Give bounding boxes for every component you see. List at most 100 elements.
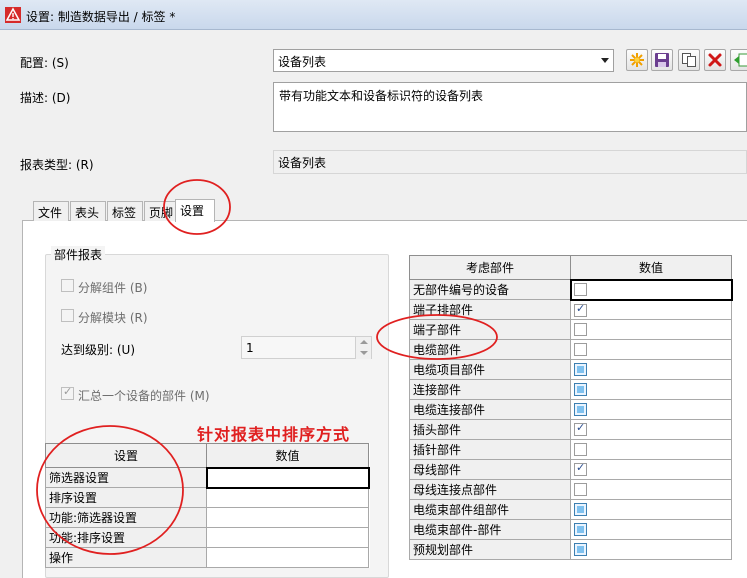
parts-row-name: 端子部件 [409,319,571,340]
table-row[interactable]: 连接部件 [409,379,732,400]
table-row[interactable]: 操作 [45,547,369,568]
annotation-text: 针对报表中排序方式 [197,425,351,444]
part-checkbox[interactable] [573,282,587,296]
level-value: 1 [246,341,254,355]
parts-row-value[interactable]: ✓ [570,459,732,480]
settings-row-value[interactable] [206,507,369,528]
config-combobox[interactable]: 设备列表 [273,49,614,72]
settings-row-value[interactable] [206,527,369,548]
table-row[interactable]: 功能:排序设置 [45,527,369,548]
save-button[interactable] [651,49,673,71]
split-module-label: 分解模块 (R) [78,311,148,325]
new-button[interactable] [626,49,648,71]
copy-button[interactable] [678,49,700,71]
description-value: 带有功能文本和设备标识符的设备列表 [279,89,484,103]
parts-row-value[interactable] [570,379,732,400]
part-checkbox[interactable] [574,343,587,356]
level-spinner[interactable]: 1 [241,336,372,359]
table-row[interactable]: 预规划部件 [409,539,732,560]
checkmark-icon: ✓ [576,461,586,474]
tab-file[interactable]: 文件 [33,201,69,221]
part-checkbox[interactable] [574,383,587,396]
parts-row-value[interactable] [570,439,732,460]
parts-row-name: 电缆部件 [409,339,571,360]
spin-down-icon[interactable] [355,348,371,359]
parts-row-value[interactable] [570,539,732,560]
description-field[interactable]: 带有功能文本和设备标识符的设备列表 [273,82,747,132]
part-checkbox[interactable] [574,403,587,416]
summarize-parts-checkbox[interactable]: ✓ [61,385,74,400]
parts-row-name: 连接部件 [409,379,571,400]
settings-row-name: 功能:排序设置 [45,527,207,548]
parts-row-name: 母线部件 [409,459,571,480]
part-checkbox[interactable]: ✓ [574,461,587,476]
table-row[interactable]: 功能:筛选器设置 [45,507,369,528]
import-icon [734,53,747,67]
parts-row-value[interactable] [570,499,732,520]
report-type-label: 报表类型: (R) [20,158,94,172]
table-row[interactable]: 电缆束部件组部件 [409,499,732,520]
parts-row-name: 预规划部件 [409,539,571,560]
part-checkbox[interactable] [574,523,587,536]
settings-table: 设置 数值 筛选器设置 排序设置 功能:筛选器设置 功能:排序设置 操作 [45,443,370,568]
parts-row-value[interactable] [570,399,732,420]
split-assembly-checkbox[interactable] [61,279,74,292]
table-row[interactable]: 电缆部件 [409,339,732,360]
import-button[interactable] [730,49,747,71]
parts-row-value[interactable]: ✓ [570,299,732,320]
part-checkbox[interactable] [574,443,587,456]
parts-row-value[interactable] [570,479,732,500]
checkmark-icon: ✓ [576,301,586,315]
part-checkbox[interactable] [574,543,587,556]
table-row[interactable]: 插针部件 [409,439,732,460]
title-bar: 设置: 制造数据导出 / 标签 * [0,0,747,30]
settings-row-value[interactable] [205,466,370,489]
new-star-icon [630,53,644,67]
part-checkbox[interactable]: ✓ [574,421,587,436]
tab-label[interactable]: 标签 [107,201,143,221]
settings-row-name: 操作 [45,547,207,568]
parts-row-value[interactable] [570,339,732,360]
copy-icon [682,53,696,67]
table-row[interactable]: 插头部件 ✓ [409,419,732,440]
table-row[interactable]: 端子排部件 ✓ [409,299,732,320]
delete-button[interactable] [704,49,726,71]
report-type-value: 设备列表 [278,156,327,170]
part-checkbox[interactable] [574,503,587,516]
part-checkbox[interactable]: ✓ [574,301,587,317]
parts-row-value[interactable] [569,278,733,301]
table-row[interactable]: 电缆连接部件 [409,399,732,420]
tab-settings[interactable]: 设置 [175,199,215,222]
settings-row-value[interactable] [206,487,369,508]
tab-header[interactable]: 表头 [70,201,106,221]
delete-icon [708,53,722,67]
part-checkbox[interactable] [574,323,587,336]
tab-footer[interactable]: 页脚 [144,201,178,221]
save-icon [655,53,669,67]
parts-row-value[interactable]: ✓ [570,419,732,440]
part-checkbox[interactable] [574,483,587,496]
checkmark-icon: ✓ [576,421,586,434]
report-type-field: 设备列表 [273,150,747,174]
parts-row-value[interactable] [570,359,732,380]
parts-row-value[interactable] [570,319,732,340]
settings-row-value[interactable] [206,547,369,568]
checkmark-icon: ✓ [63,385,73,398]
parts-table: 考虑部件 数值 无部件编号的设备 端子排部件 ✓ 端子部件 电缆部件 电缆项目部件 连接部件… [409,255,733,560]
parts-row-value[interactable] [570,519,732,540]
table-row[interactable]: 母线部件 ✓ [409,459,732,480]
spin-up-icon[interactable] [355,337,371,348]
table-row[interactable]: 排序设置 [45,487,369,508]
split-module-checkbox[interactable] [61,309,74,322]
settings-header-value: 数值 [206,443,369,468]
table-row[interactable]: 母线连接点部件 [409,479,732,500]
table-row[interactable]: 无部件编号的设备 [409,278,733,301]
table-row[interactable]: 筛选器设置 [45,466,370,489]
description-label: 描述: (D) [20,91,71,105]
table-row[interactable]: 端子部件 [409,319,732,340]
table-row[interactable]: 电缆项目部件 [409,359,732,380]
parts-row-name: 电缆项目部件 [409,359,571,380]
table-row[interactable]: 电缆束部件-部件 [409,519,732,540]
chevron-down-icon[interactable] [601,58,609,63]
part-checkbox[interactable] [574,363,587,376]
